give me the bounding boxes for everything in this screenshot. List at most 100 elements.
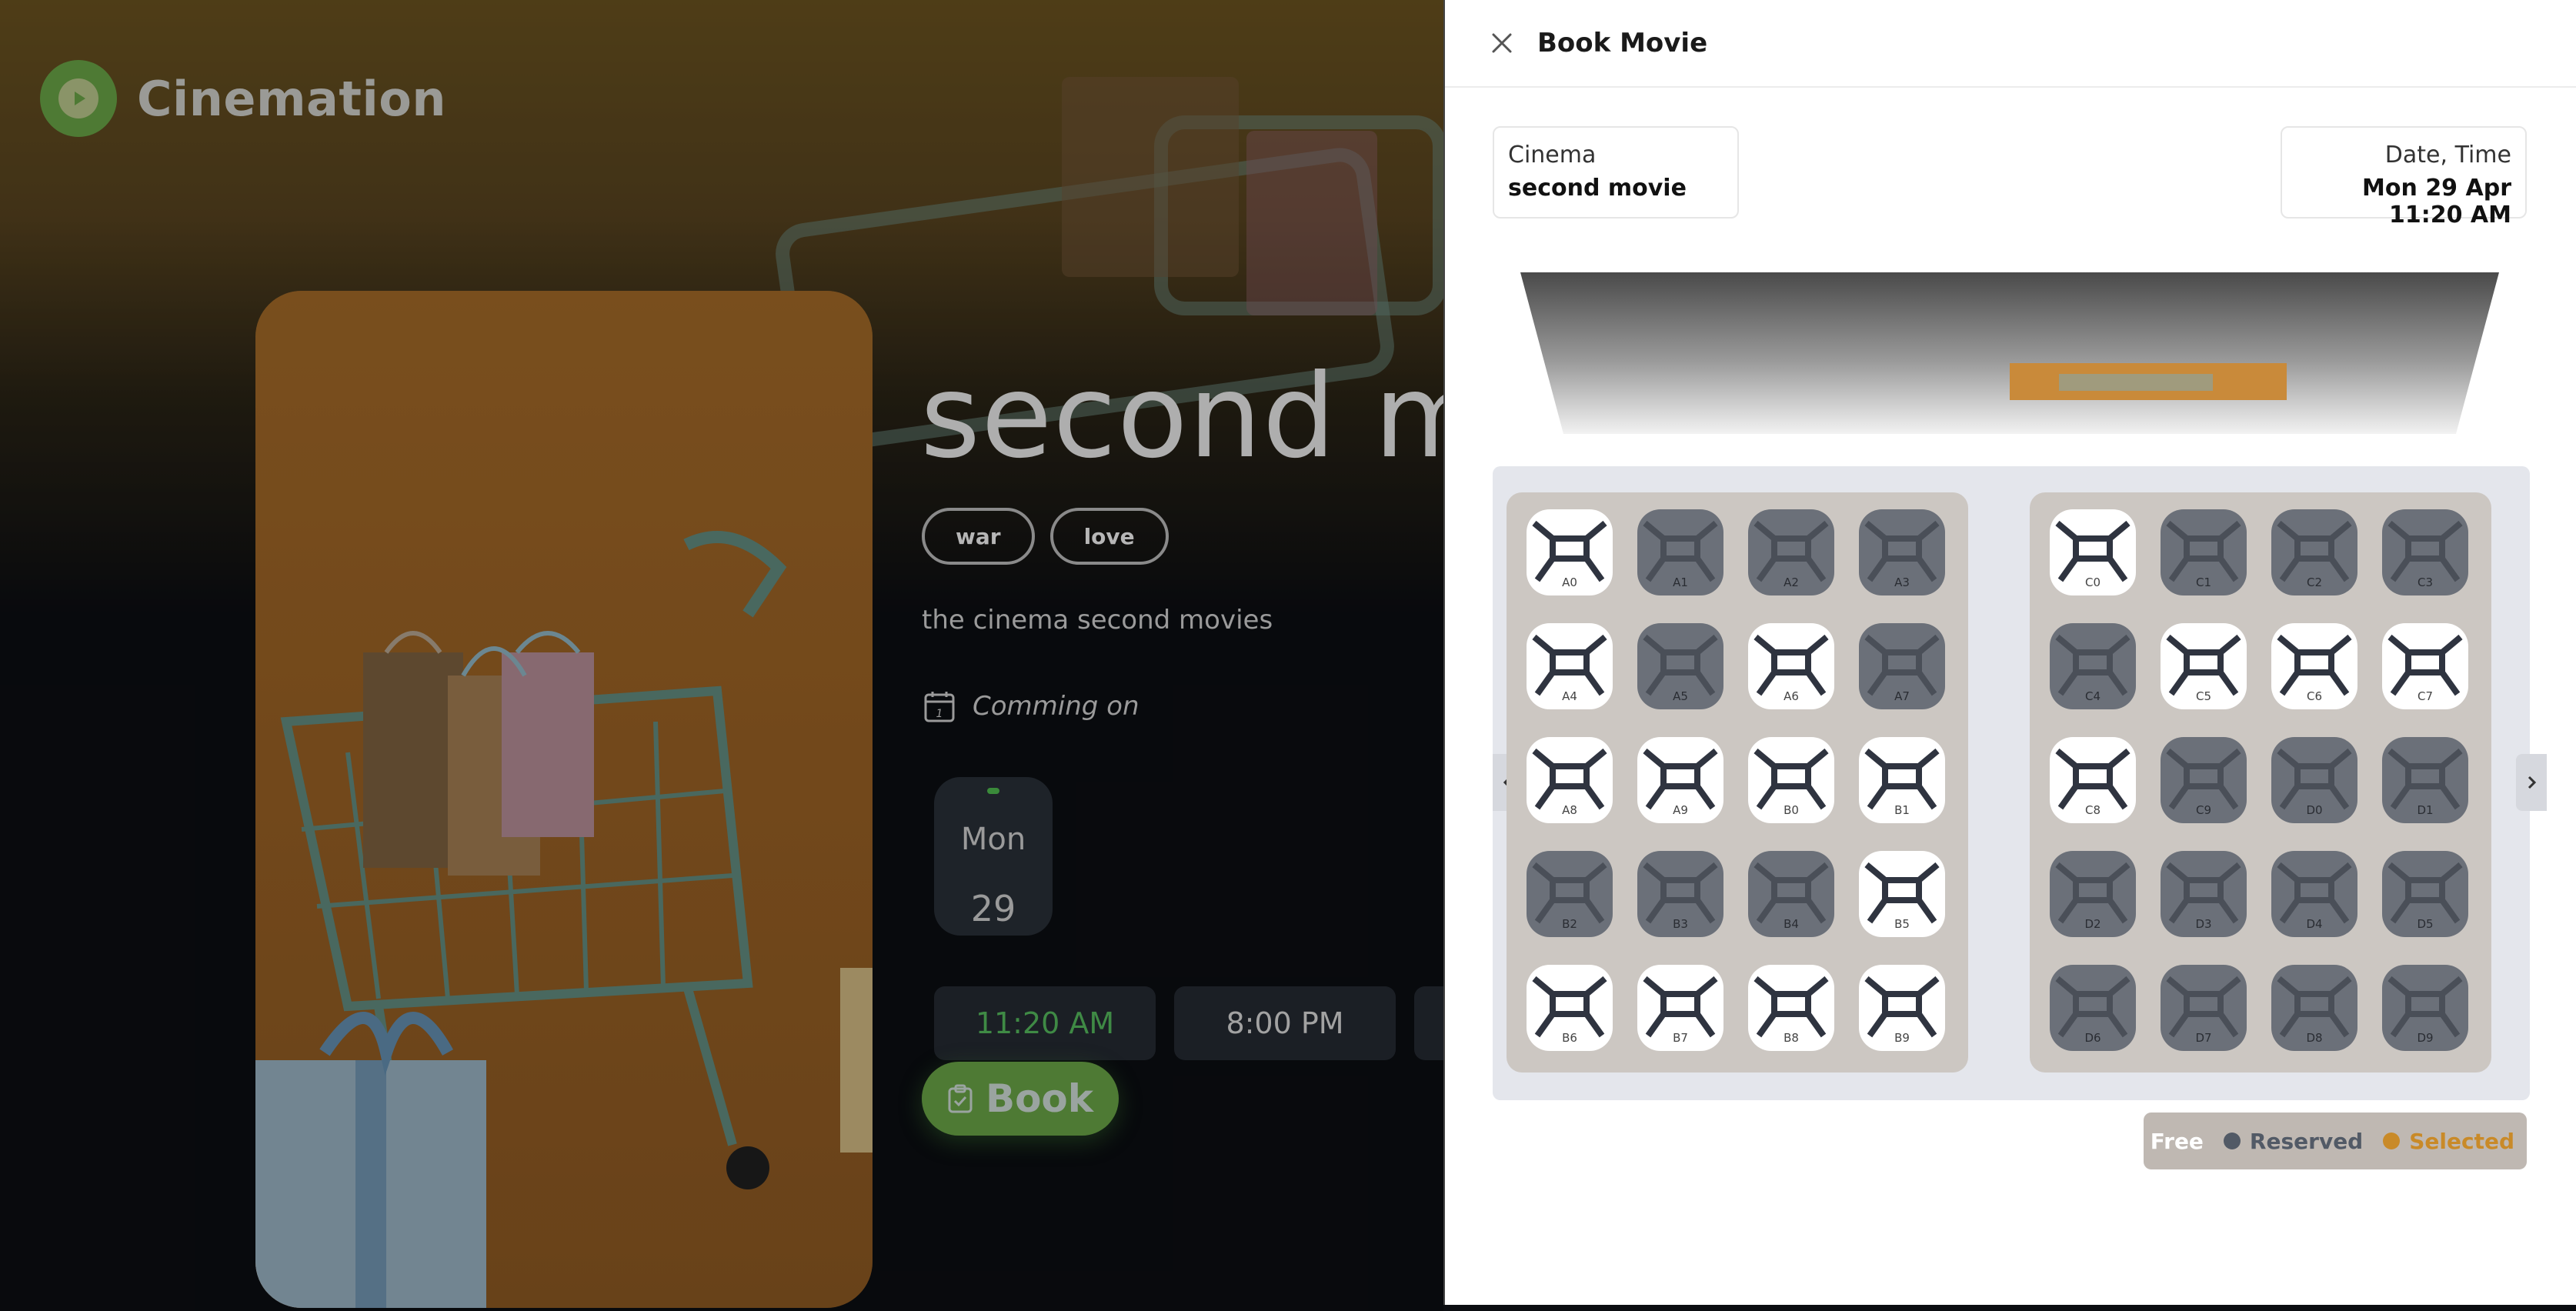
- seat-d8[interactable]: D8: [2271, 965, 2357, 1051]
- seat-c9[interactable]: C9: [2161, 737, 2247, 823]
- legend-reserved: Reserved: [2223, 1128, 2364, 1154]
- seat-label: D6: [2084, 1031, 2101, 1045]
- seat-label: A4: [1562, 689, 1577, 703]
- seat-d3[interactable]: D3: [2161, 851, 2247, 937]
- clipboard-icon: [948, 1084, 973, 1113]
- seat-c3[interactable]: C3: [2382, 509, 2468, 595]
- showtime-button[interactable]: 11:20 AM: [934, 986, 1156, 1060]
- seat-d9[interactable]: D9: [2382, 965, 2468, 1051]
- datetime-label: Date, Time: [2384, 142, 2511, 168]
- seat-label: B8: [1784, 1031, 1799, 1045]
- seat-label: D8: [2306, 1031, 2323, 1045]
- legend-free-label: Free: [2150, 1128, 2204, 1154]
- showtime-button[interactable]: [1414, 986, 1443, 1060]
- seat-label: A2: [1784, 575, 1799, 589]
- seat-label: C9: [2195, 803, 2212, 817]
- seat-b5[interactable]: B5: [1859, 851, 1945, 937]
- seat-b2[interactable]: B2: [1527, 851, 1613, 937]
- seat-label: A3: [1894, 575, 1910, 589]
- movie-poster: [255, 291, 873, 1308]
- seat-label: C0: [2084, 575, 2101, 589]
- chevron-right-icon[interactable]: [2516, 754, 2547, 811]
- seat-a7[interactable]: A7: [1859, 623, 1945, 709]
- cinema-info: Cinema second movie: [1493, 126, 1739, 218]
- seat-section-left: A0 A1 A2 A3 A4 A5 A6 A7 A8 A9 B0 B1 B2 B3 B4 B5 B6 B7 B8 B9: [1507, 492, 1968, 1072]
- seat-b4[interactable]: B4: [1748, 851, 1834, 937]
- seat-c0[interactable]: C0: [2050, 509, 2136, 595]
- seat-d5[interactable]: D5: [2382, 851, 2468, 937]
- seat-a8[interactable]: A8: [1527, 737, 1613, 823]
- seat-a5[interactable]: A5: [1637, 623, 1723, 709]
- seat-label: B0: [1784, 803, 1799, 817]
- play-icon: [40, 60, 117, 137]
- cinema-screen: [1520, 272, 2499, 434]
- seat-label: B9: [1894, 1031, 1910, 1045]
- seat-a0[interactable]: A0: [1527, 509, 1613, 595]
- seat-label: A1: [1673, 575, 1688, 589]
- seat-label: C4: [2084, 689, 2101, 703]
- seat-label: B4: [1784, 917, 1799, 931]
- seat-a1[interactable]: A1: [1637, 509, 1723, 595]
- seat-d6[interactable]: D6: [2050, 965, 2136, 1051]
- book-movie-drawer: Book Movie Cinema second movie Date, Tim…: [1443, 0, 2576, 1305]
- seat-label: D4: [2306, 917, 2323, 931]
- close-icon[interactable]: [1485, 26, 1519, 60]
- seat-a4[interactable]: A4: [1527, 623, 1613, 709]
- book-button[interactable]: Book: [922, 1062, 1119, 1136]
- seat-b7[interactable]: B7: [1637, 965, 1723, 1051]
- seat-label: C7: [2417, 689, 2434, 703]
- seat-c1[interactable]: C1: [2161, 509, 2247, 595]
- seat-a2[interactable]: A2: [1748, 509, 1834, 595]
- drawer-title: Book Movie: [1537, 28, 1708, 58]
- seat-label: C8: [2084, 803, 2101, 817]
- seat-c5[interactable]: C5: [2161, 623, 2247, 709]
- seat-label: A0: [1562, 575, 1577, 589]
- seat-label: D1: [2417, 803, 2434, 817]
- seat-d7[interactable]: D7: [2161, 965, 2247, 1051]
- reserved-dot: [2223, 1133, 2241, 1149]
- seat-c4[interactable]: C4: [2050, 623, 2136, 709]
- seat-legend: Free Reserved Selected: [2124, 1113, 2527, 1169]
- seat-label: A9: [1673, 803, 1688, 817]
- seat-d2[interactable]: D2: [2050, 851, 2136, 937]
- svg-text:1: 1: [936, 708, 943, 720]
- calendar-icon: 1: [924, 692, 955, 722]
- movie-page: Cinemation second movie: [0, 0, 1443, 1311]
- coming-on: 1 Comming on: [923, 689, 1140, 723]
- seat-c7[interactable]: C7: [2382, 623, 2468, 709]
- seat-label: D5: [2417, 917, 2434, 931]
- seat-label: D3: [2195, 917, 2212, 931]
- brand[interactable]: Cinemation: [40, 60, 446, 137]
- date-option[interactable]: Mon 29: [934, 777, 1053, 936]
- seat-a3[interactable]: A3: [1859, 509, 1945, 595]
- genre-tags: war love: [922, 508, 1169, 565]
- seat-d4[interactable]: D4: [2271, 851, 2357, 937]
- seat-d0[interactable]: D0: [2271, 737, 2357, 823]
- seat-b0[interactable]: B0: [1748, 737, 1834, 823]
- seat-label: D7: [2195, 1031, 2212, 1045]
- seat-label: B2: [1562, 917, 1577, 931]
- showtimes: 11:20 AM 8:00 PM: [934, 986, 1443, 1060]
- genre-tag[interactable]: war: [922, 508, 1035, 565]
- seat-b6[interactable]: B6: [1527, 965, 1613, 1051]
- seat-b8[interactable]: B8: [1748, 965, 1834, 1051]
- datetime-value: Mon 29 Apr 11:20 AM: [2362, 175, 2511, 229]
- seat-c2[interactable]: C2: [2271, 509, 2357, 595]
- cinema-value: second movie: [1508, 175, 1687, 202]
- seat-a9[interactable]: A9: [1637, 737, 1723, 823]
- datetime-info: Date, Time Mon 29 Apr 11:20 AM: [2281, 126, 2527, 229]
- seat-label: D9: [2417, 1031, 2434, 1045]
- legend-reserved-label: Reserved: [2249, 1128, 2364, 1154]
- seat-a6[interactable]: A6: [1748, 623, 1834, 709]
- book-label: Book: [985, 1076, 1094, 1121]
- seat-map: A0 A1 A2 A3 A4 A5 A6 A7 A8 A9 B0 B1 B2 B3 B4 B5 B6 B7 B8 B9…: [1493, 466, 2547, 1100]
- seat-b1[interactable]: B1: [1859, 737, 1945, 823]
- coming-on-label: Comming on: [973, 691, 1140, 722]
- seat-d1[interactable]: D1: [2382, 737, 2468, 823]
- seat-b9[interactable]: B9: [1859, 965, 1945, 1051]
- genre-tag[interactable]: love: [1049, 508, 1169, 565]
- showtime-button[interactable]: 8:00 PM: [1174, 986, 1396, 1060]
- seat-c8[interactable]: C8: [2050, 737, 2136, 823]
- seat-c6[interactable]: C6: [2271, 623, 2357, 709]
- seat-b3[interactable]: B3: [1637, 851, 1723, 937]
